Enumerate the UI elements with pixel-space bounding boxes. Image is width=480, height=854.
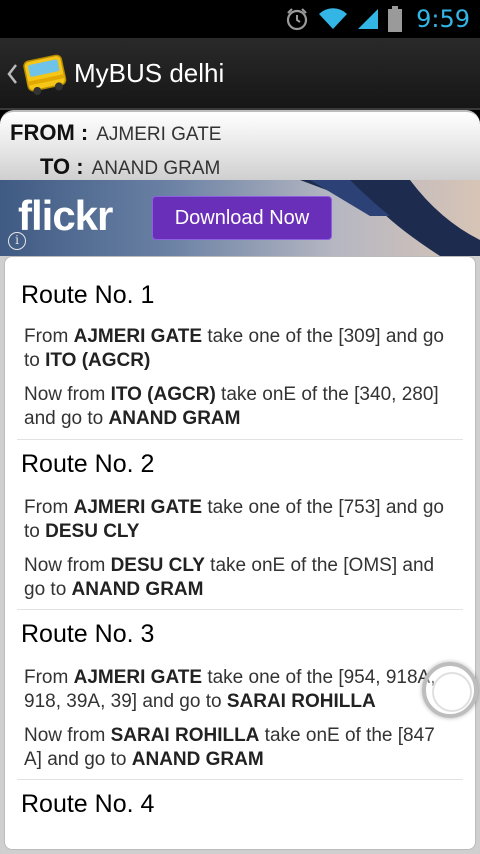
status-clock: 9:59 bbox=[416, 5, 470, 33]
stop-name: SARAI ROHILLA bbox=[110, 725, 260, 746]
chevron-left-icon[interactable] bbox=[6, 63, 18, 85]
stop-name: AJMERI GATE bbox=[73, 326, 203, 347]
from-value: AJMERI GATE bbox=[96, 124, 222, 145]
step-text: From bbox=[24, 497, 74, 518]
stop-name: DESU CLY bbox=[45, 521, 140, 542]
route-title: Route No. 2 bbox=[21, 450, 155, 478]
route-title: Route No. 3 bbox=[21, 620, 155, 648]
route-title: Route No. 4 bbox=[21, 790, 155, 818]
status-bar: 9:59 bbox=[0, 0, 480, 38]
route-steps bbox=[17, 836, 463, 840]
ad-banner[interactable]: flickr Download Now i bbox=[0, 180, 480, 256]
to-label: TO : bbox=[40, 154, 84, 179]
step-text: From bbox=[24, 326, 74, 347]
wifi-icon bbox=[319, 8, 348, 30]
route-item[interactable]: Route No. 3 From AJMERI GATE take one of … bbox=[17, 610, 463, 780]
journey-panel: FROM : AJMERI GATE TO : ANAND GRAM bbox=[0, 110, 480, 180]
from-row: FROM : AJMERI GATE bbox=[10, 120, 221, 146]
step-text: Now from bbox=[24, 555, 111, 576]
status-icons: 9:59 bbox=[284, 4, 470, 34]
route-step: Now from ITO (AGCR) take onE of the [340… bbox=[17, 383, 463, 431]
battery-icon bbox=[388, 6, 403, 32]
floating-touch-button[interactable] bbox=[422, 662, 478, 718]
stop-name: AJMERI GATE bbox=[73, 497, 203, 518]
signal-icon bbox=[358, 9, 379, 29]
ad-brand: flickr bbox=[18, 192, 113, 239]
route-step: From AJMERI GATE take one of the [309] a… bbox=[17, 325, 463, 373]
bus-icon[interactable] bbox=[22, 52, 68, 96]
route-steps: From AJMERI GATE take one of the [954, 9… bbox=[17, 666, 463, 776]
stop-name: ANAND GRAM bbox=[108, 408, 241, 429]
route-steps: From AJMERI GATE take one of the [309] a… bbox=[17, 325, 463, 435]
route-step: Now from DESU CLY take onE of the [OMS] … bbox=[17, 554, 463, 602]
stop-name: SARAI ROHILLA bbox=[226, 691, 376, 712]
to-row: TO : ANAND GRAM bbox=[40, 154, 220, 180]
route-step: Now from SARAI ROHILLA take onE of the [… bbox=[17, 724, 463, 772]
route-steps: From AJMERI GATE take one of the [753] a… bbox=[17, 496, 463, 606]
step-text: Now from bbox=[24, 725, 111, 746]
stop-name: ITO (AGCR) bbox=[110, 384, 216, 405]
action-bar: MyBUS delhi bbox=[0, 38, 480, 110]
stop-name: ANAND GRAM bbox=[71, 579, 204, 600]
route-item[interactable]: Route No. 1 From AJMERI GATE take one of … bbox=[17, 257, 463, 440]
route-step: From AJMERI GATE take one of the [753] a… bbox=[17, 496, 463, 544]
stop-name: AJMERI GATE bbox=[73, 667, 203, 688]
step-text: Now from bbox=[24, 384, 111, 405]
route-list-container: Route No. 1 From AJMERI GATE take one of … bbox=[0, 256, 480, 854]
from-label: FROM : bbox=[10, 120, 89, 145]
alarm-icon bbox=[286, 8, 308, 31]
stop-name: DESU CLY bbox=[110, 555, 205, 576]
app-title: MyBUS delhi bbox=[74, 58, 225, 88]
info-icon[interactable]: i bbox=[8, 232, 26, 250]
to-value: ANAND GRAM bbox=[91, 158, 221, 179]
route-item[interactable]: Route No. 2 From AJMERI GATE take one of … bbox=[17, 440, 463, 610]
step-text: From bbox=[24, 667, 74, 688]
stop-name: ITO (AGCR) bbox=[45, 350, 151, 371]
route-list[interactable]: Route No. 1 From AJMERI GATE take one of … bbox=[4, 256, 476, 850]
route-step: From AJMERI GATE take one of the [954, 9… bbox=[17, 666, 463, 714]
ad-download-button[interactable]: Download Now bbox=[152, 196, 332, 240]
stop-name: ANAND GRAM bbox=[131, 749, 264, 770]
route-title: Route No. 1 bbox=[21, 281, 155, 309]
route-item[interactable]: Route No. 4 bbox=[17, 780, 463, 840]
